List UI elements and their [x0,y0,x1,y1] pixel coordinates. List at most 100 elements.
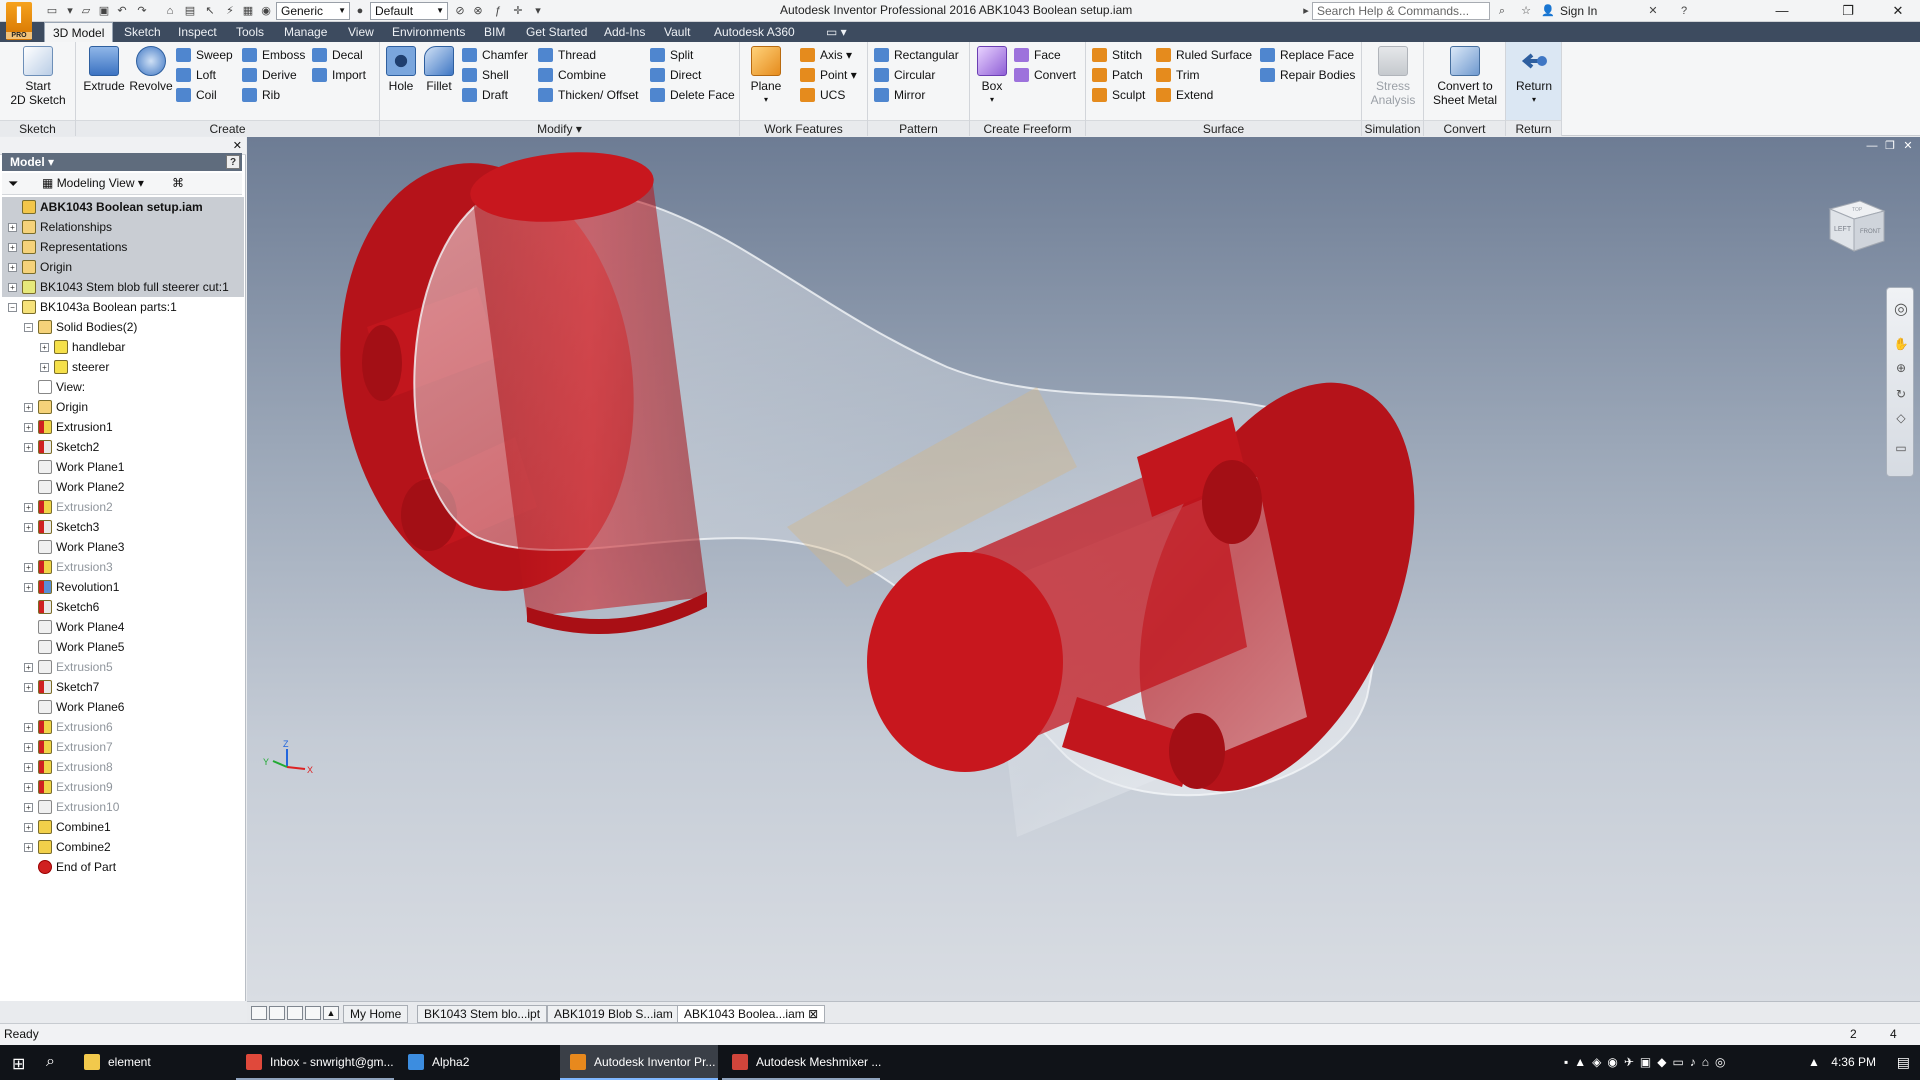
trim-button[interactable]: Trim [1156,66,1200,84]
tree-expander-icon[interactable]: + [24,443,33,452]
tree-node[interactable]: Sketch6 [2,597,244,617]
redo-icon[interactable]: ↷ [134,3,150,19]
tree-expander-icon[interactable]: + [24,523,33,532]
coil-button[interactable]: Coil [176,86,217,104]
plane-dropdown-icon[interactable]: ▾ [746,93,786,107]
convert-to-sheet-metal-button[interactable]: Convert to Sheet Metal [1428,46,1502,107]
tree-node[interactable]: End of Part [2,857,244,877]
start-2d-sketch-button[interactable]: Start 2D Sketch [10,46,66,107]
tree-node[interactable]: Work Plane1 [2,457,244,477]
rib-button[interactable]: Rib [242,86,280,104]
return-dropdown-icon[interactable]: ▾ [1510,93,1558,107]
circular-pattern-button[interactable]: Circular [874,66,935,84]
tab-get-started[interactable]: Get Started [518,22,595,42]
replace-face-button[interactable]: Replace Face [1260,46,1354,64]
stitch-button[interactable]: Stitch [1092,46,1142,64]
projects-icon[interactable]: ▤ [182,3,198,19]
derive-button[interactable]: Derive [242,66,297,84]
tile-horizontal-icon[interactable] [251,1006,267,1020]
tree-node[interactable]: + Origin [2,397,244,417]
taskbar-search-icon[interactable]: ⌕ [46,1053,55,1071]
restore-window-button[interactable]: ❐ [1826,0,1870,22]
tree-node[interactable]: Work Plane4 [2,617,244,637]
windows-start-icon[interactable]: ⊞ [12,1054,25,1074]
tab-environments[interactable]: Environments [384,22,473,42]
box-dropdown-icon[interactable]: ▾ [974,93,1010,107]
taskbar-clock[interactable]: 4:36 PM [1831,1055,1876,1069]
navbar-options-icon[interactable]: ▭ [1893,440,1909,456]
tree-node[interactable]: + Origin [2,257,244,277]
tree-expander-icon[interactable]: + [24,583,33,592]
thicken-offset-button[interactable]: Thicken/ Offset [538,86,638,104]
tab-vault[interactable]: Vault [656,22,698,42]
tree-expander-icon[interactable]: + [40,363,49,372]
clear-appearance-icon[interactable]: ⊗ [470,3,486,19]
tree-node[interactable]: Work Plane6 [2,697,244,717]
point-button[interactable]: Point ▾ [800,66,857,84]
favorites-star-icon[interactable]: ☆ [1518,3,1534,19]
tree-expander-icon[interactable]: + [24,683,33,692]
browser-help-icon[interactable]: ? [226,155,240,169]
tree-node[interactable]: + Extrusion3 [2,557,244,577]
tree-expander-icon[interactable]: + [24,563,33,572]
tab-add-ins[interactable]: Add-Ins [596,22,653,42]
tree-node[interactable]: View: [2,377,244,397]
tree-node[interactable]: + Extrusion6 [2,717,244,737]
fx-parameters-icon[interactable]: ƒ [490,3,506,19]
tab-sketch[interactable]: Sketch [116,22,169,42]
tree-node[interactable]: + BK1043 Stem blob full steerer cut:1 [2,277,244,297]
thread-button[interactable]: Thread [538,46,596,64]
sign-in-link[interactable]: Sign In [1560,4,1597,18]
repair-bodies-button[interactable]: Repair Bodies [1260,66,1355,84]
tile-grid-icon[interactable] [269,1006,285,1020]
tree-expander-icon[interactable]: + [24,783,33,792]
tree-node[interactable]: + Revolution1 [2,577,244,597]
open-folder-icon[interactable]: ▱ [78,3,94,19]
freeform-face-button[interactable]: Face [1014,46,1061,64]
tree-expander-icon[interactable]: + [24,803,33,812]
taskbar-app-button[interactable]: Autodesk Inventor Pr... [560,1045,718,1080]
split-button[interactable]: Split [650,46,693,64]
exchange-apps-icon[interactable]: ✕ [1645,3,1661,19]
tree-expander-icon[interactable]: + [8,283,17,292]
tree-expander-icon[interactable]: + [24,663,33,672]
extend-button[interactable]: Extend [1156,86,1213,104]
sweep-button[interactable]: Sweep [176,46,233,64]
hole-button[interactable]: Hole [384,46,418,93]
document-tab[interactable]: BK1043 Stem blo...ipt [417,1005,548,1023]
extrude-button[interactable]: Extrude [82,46,126,93]
tree-node[interactable]: + Extrusion7 [2,737,244,757]
combine-button[interactable]: Combine [538,66,606,84]
home-icon[interactable]: ⌂ [162,3,178,19]
tree-node[interactable]: + Sketch2 [2,437,244,457]
tree-node[interactable]: Work Plane2 [2,477,244,497]
tray-chevron-icon[interactable]: ▲ [1808,1055,1820,1069]
tab-overflow-icon[interactable]: ▭ ▾ [818,22,855,42]
tree-expander-icon[interactable]: + [24,503,33,512]
minimize-window-button[interactable]: — [1760,0,1804,22]
tree-node[interactable]: + Representations [2,237,244,257]
browser-close-icon[interactable]: ✕ [233,139,242,152]
tree-expander-icon[interactable]: + [40,343,49,352]
document-tab[interactable]: ABK1019 Blob S...iam [547,1005,680,1023]
chamfer-button[interactable]: Chamfer [462,46,528,64]
ucs-button[interactable]: UCS [800,86,845,104]
tree-node[interactable]: + Relationships [2,217,244,237]
viewcube[interactable]: LEFT FRONT TOP [1822,187,1892,257]
sculpt-button[interactable]: Sculpt [1092,86,1145,104]
delete-face-button[interactable]: Delete Face [650,86,735,104]
tree-node[interactable]: + Extrusion10 [2,797,244,817]
axis-button[interactable]: Axis ▾ [800,46,852,64]
filter-icon[interactable]: ⏷ [8,176,18,192]
tree-node[interactable]: + steerer [2,357,244,377]
tree-node[interactable]: Work Plane3 [2,537,244,557]
tree-expander-icon[interactable]: + [24,423,33,432]
save-icon[interactable]: ▣ [96,3,112,19]
select-icon[interactable]: ↖ [202,3,218,19]
tree-node[interactable]: + Combine2 [2,837,244,857]
tab-manage[interactable]: Manage [276,22,335,42]
document-tab-close-icon[interactable]: ⊠ [805,1007,818,1021]
tree-expander-icon[interactable]: + [24,823,33,832]
tile-vertical-icon[interactable] [305,1006,321,1020]
notifications-icon[interactable]: ▤ [1897,1054,1910,1071]
